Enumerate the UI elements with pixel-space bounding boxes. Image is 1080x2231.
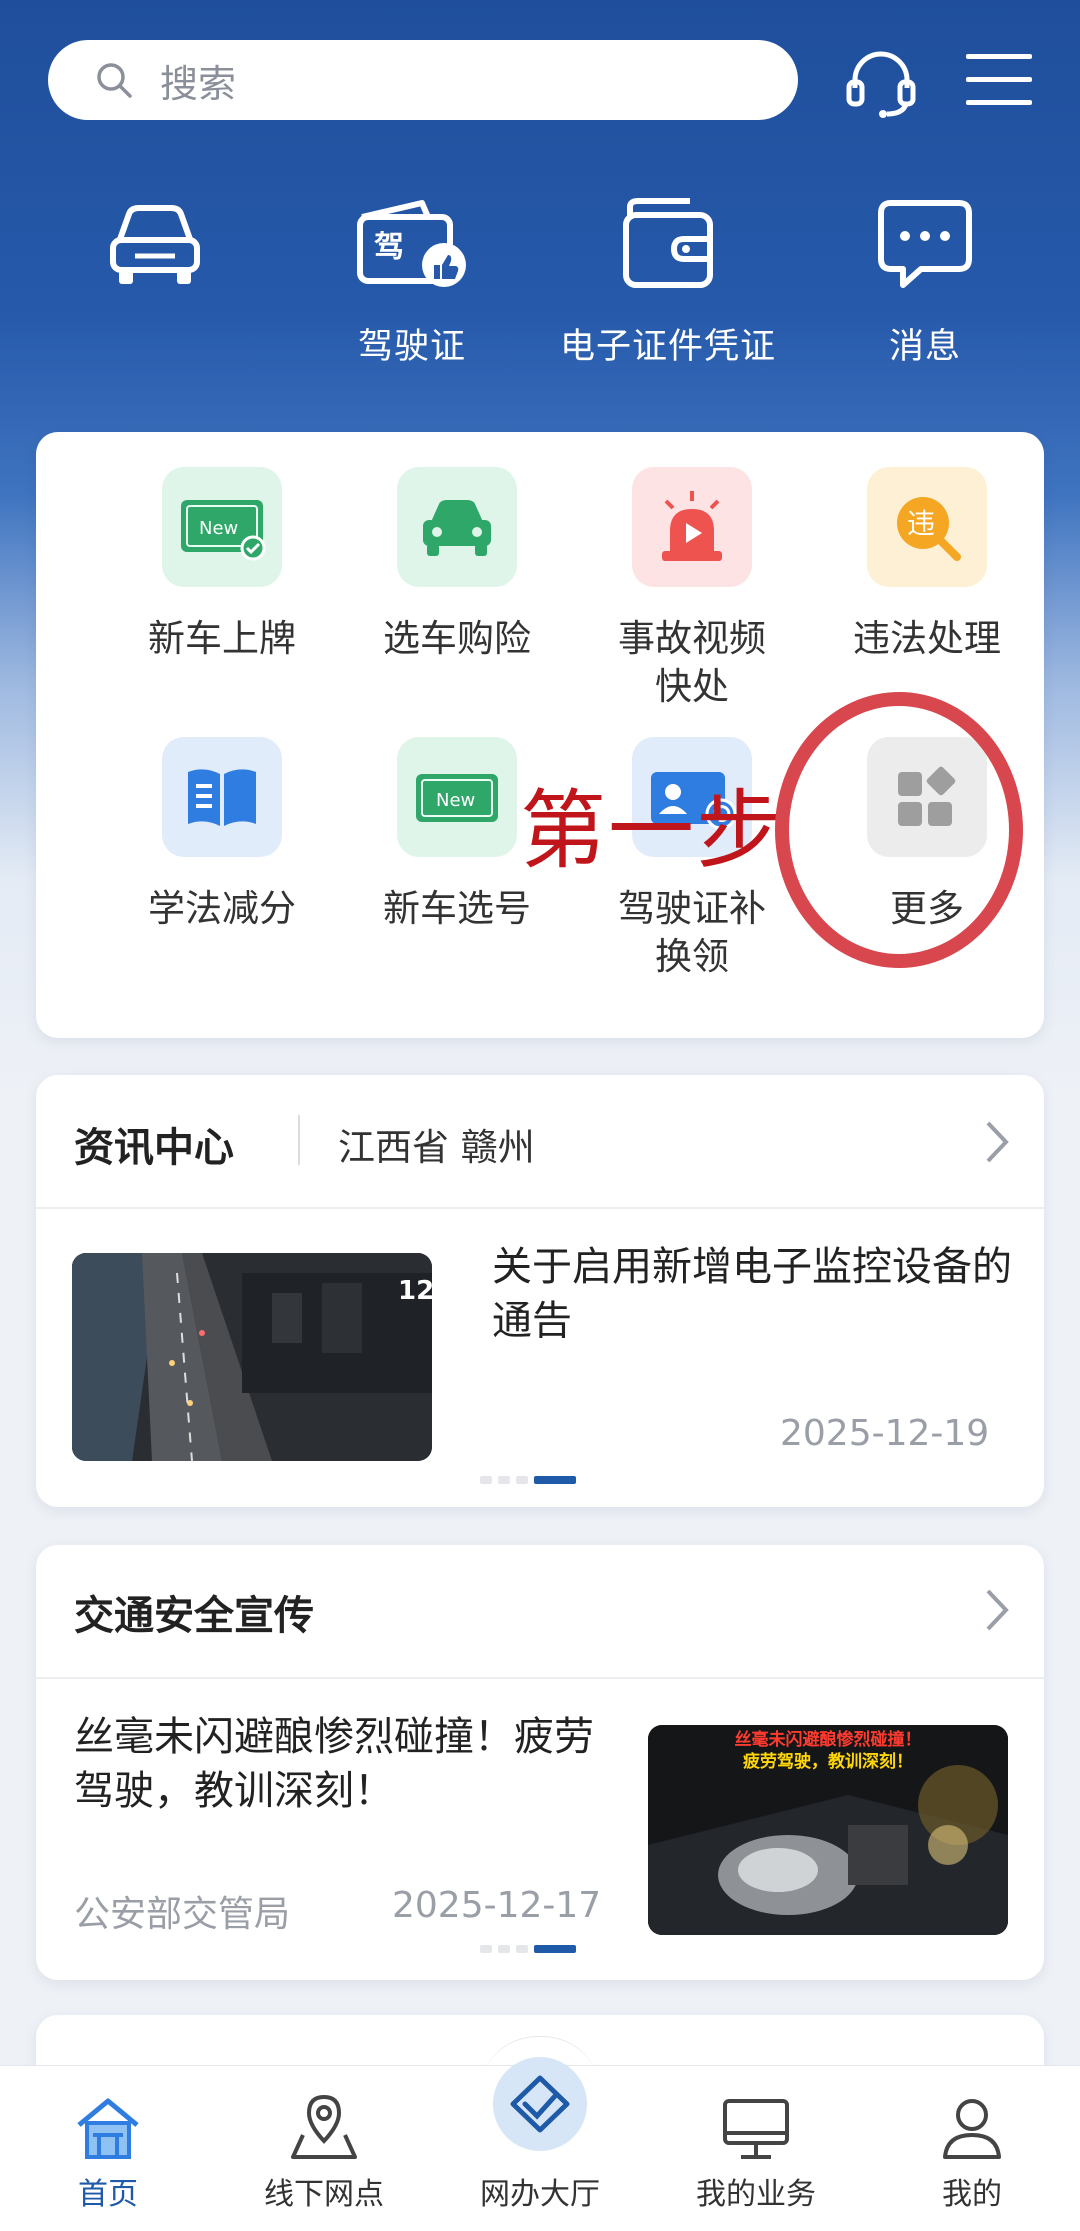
svg-text:驾: 驾 [374,230,404,265]
service-label-study-law: 学法减分 [148,887,296,930]
tab-label-online-hall: 网办大厅 [480,2177,600,2212]
svg-text:12: 12 [398,1276,432,1306]
tab-mine[interactable]: 我的 [864,2066,1080,2213]
annotation-step-one: 第一步 [520,781,784,881]
new-plate-icon: New [162,467,282,587]
quick-item-car[interactable] [40,190,270,318]
service-label-violation: 违法处理 [853,617,1001,660]
violation-search-icon: 违 [867,467,987,587]
car-insurance-icon [397,467,517,587]
safety-article-source: 公安部交管局 [74,1894,291,1935]
home-icon [77,2098,139,2159]
headset-icon[interactable] [843,44,919,120]
car-icon [110,205,200,284]
service-new-plate[interactable]: New 新车上牌 [107,467,337,663]
monitor-icon [723,2099,789,2159]
thumb-caption-1: 丝毫未闪避酿惨烈碰撞！ [734,1730,922,1750]
message-icon [878,200,972,288]
header-divider [298,1115,300,1165]
svg-text:New: New [436,790,475,811]
quick-label-license: 驾驶证 [357,327,466,367]
new-number-icon: New [397,737,517,857]
online-hall-button[interactable] [493,2057,587,2151]
tab-home[interactable]: 首页 [0,2066,216,2213]
alarm-video-icon [632,467,752,587]
wallet-icon [623,198,713,288]
safety-thumbnail[interactable]: 丝毫未闪避酿惨烈碰撞！ 疲劳驾驶，教训深刻！ [648,1725,1008,1935]
quick-item-e-certificate[interactable]: 电子证件凭证 [553,190,783,369]
search-placeholder: 搜索 [160,61,237,106]
news-center-card: 资讯中心 江西省 赣州 12 关于启用新增电子监控设备的通告 2025-12-1… [36,1075,1044,1507]
tab-label-my-business: 我的业务 [696,2177,816,2212]
search-icon [97,63,132,98]
book-icon [162,737,282,857]
news-region[interactable]: 江西省 赣州 [338,1117,535,1171]
quick-item-messages[interactable]: 消息 [810,190,1040,369]
quick-label-e-certificate: 电子证件凭证 [559,327,776,367]
service-label-new-plate: 新车上牌 [148,617,296,660]
quick-actions: 驾 驾驶证 电子证件凭证 消息 [0,190,1080,390]
service-label-license-renew: 驾驶证补 换领 [618,887,766,978]
service-accident-video[interactable]: 事故视频 快处 [577,467,807,711]
news-thumbnail[interactable]: 12 [72,1253,432,1461]
divider [36,1207,1044,1209]
search-bar[interactable]: 搜索 [48,40,798,120]
menu-icon[interactable] [966,52,1032,108]
carousel-indicator [480,1945,576,1953]
quick-item-license[interactable]: 驾 驾驶证 [297,190,527,369]
location-map-icon [291,2094,357,2159]
svg-text:New: New [199,518,238,539]
tab-offline-outlets[interactable]: 线下网点 [216,2066,432,2213]
news-article-date: 2025-12-19 [780,1413,990,1454]
user-icon [943,2099,1001,2159]
thumb-caption-2: 疲劳驾驶，教训深刻！ [743,1752,913,1772]
service-label-new-number: 新车选号 [383,887,531,930]
news-center-title: 资讯中心 [74,1125,234,1171]
annotation-circle [775,692,1023,968]
chevron-right-icon[interactable] [984,1587,1010,1633]
handshake-diamond-icon [510,2075,570,2133]
service-violation[interactable]: 违 违法处理 [812,467,1042,663]
service-car-insurance[interactable]: 选车购险 [342,467,572,663]
svg-text:违: 违 [907,507,935,540]
tab-label-offline-outlets: 线下网点 [264,2177,384,2212]
news-article-title[interactable]: 关于启用新增电子监控设备的通告 [492,1240,1012,1348]
carousel-indicator [480,1476,576,1484]
service-label-accident-video: 事故视频 快处 [618,617,766,708]
chevron-right-icon[interactable] [984,1119,1010,1165]
service-study-law[interactable]: 学法减分 [107,737,337,933]
tab-label-mine: 我的 [942,2177,1002,2212]
safety-article-title[interactable]: 丝毫未闪避酿惨烈碰撞！疲劳驾驶，教训深刻！ [74,1710,614,1818]
safety-article-date: 2025-12-17 [392,1885,602,1926]
license-icon: 驾 [357,200,466,287]
tab-label-home: 首页 [78,2177,138,2212]
traffic-safety-card: 交通安全宣传 丝毫未闪避酿惨烈碰撞！疲劳驾驶，教训深刻！ 公安部交管局 2025… [36,1545,1044,1980]
divider [36,1677,1044,1679]
quick-label-messages: 消息 [888,327,961,367]
traffic-safety-title: 交通安全宣传 [74,1593,314,1639]
service-label-car-insurance: 选车购险 [383,617,531,660]
tab-my-business[interactable]: 我的业务 [648,2066,864,2213]
